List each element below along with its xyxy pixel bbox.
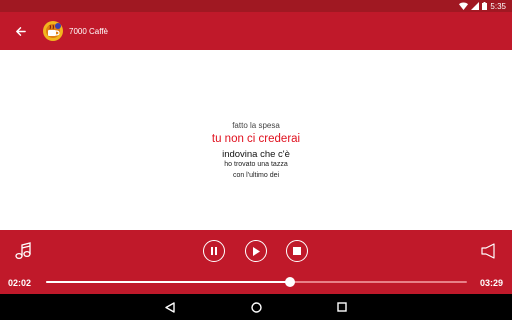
lyric-line: fatto la spesa bbox=[232, 121, 280, 130]
app-bar: 7000 Caffè bbox=[0, 12, 512, 50]
lyrics-panel: fatto la spesa tu non ci crederai indovi… bbox=[0, 50, 512, 230]
volume-icon bbox=[481, 243, 495, 259]
coffee-cup-logo bbox=[43, 21, 63, 41]
status-bar: 5:35 bbox=[0, 0, 512, 12]
pause-button[interactable] bbox=[203, 240, 225, 262]
volume-button[interactable] bbox=[478, 240, 500, 262]
lyric-line: ho trovato una tazza bbox=[224, 161, 288, 168]
seek-thumb[interactable] bbox=[285, 277, 296, 287]
circle-home-icon bbox=[250, 301, 262, 313]
stop-button[interactable] bbox=[286, 240, 308, 262]
pause-icon bbox=[211, 247, 217, 255]
seek-bar-fill bbox=[46, 281, 291, 283]
lyric-line-current: tu non ci crederai bbox=[211, 133, 301, 145]
status-time: 5:35 bbox=[490, 1, 506, 11]
lyric-line: con l'ultimo dei bbox=[232, 172, 280, 179]
arrow-back-icon bbox=[15, 26, 26, 36]
stop-icon bbox=[293, 247, 301, 255]
music-note-icon bbox=[15, 242, 31, 260]
music-button[interactable] bbox=[12, 240, 34, 262]
total-time: 03:29 bbox=[479, 278, 503, 288]
status-icons: 5:35 bbox=[459, 0, 506, 12]
nav-recents-button[interactable] bbox=[336, 301, 348, 313]
seek-bar[interactable] bbox=[46, 277, 467, 287]
triangle-back-icon bbox=[165, 301, 175, 313]
back-button[interactable] bbox=[0, 12, 40, 50]
play-button[interactable] bbox=[245, 240, 267, 262]
lyric-line: indovina che c'è bbox=[222, 149, 290, 160]
square-recents-icon bbox=[337, 302, 347, 312]
wifi-icon bbox=[459, 2, 469, 10]
nav-back-button[interactable] bbox=[164, 301, 176, 313]
system-nav-bar bbox=[0, 294, 512, 320]
battery-icon bbox=[482, 2, 488, 10]
player-controls: 02:02 03:29 bbox=[0, 230, 512, 294]
nav-home-button[interactable] bbox=[250, 301, 262, 313]
signal-icon bbox=[471, 2, 480, 10]
app-title: 7000 Caffè bbox=[69, 26, 108, 36]
play-icon bbox=[253, 246, 260, 256]
elapsed-time: 02:02 bbox=[8, 278, 32, 288]
